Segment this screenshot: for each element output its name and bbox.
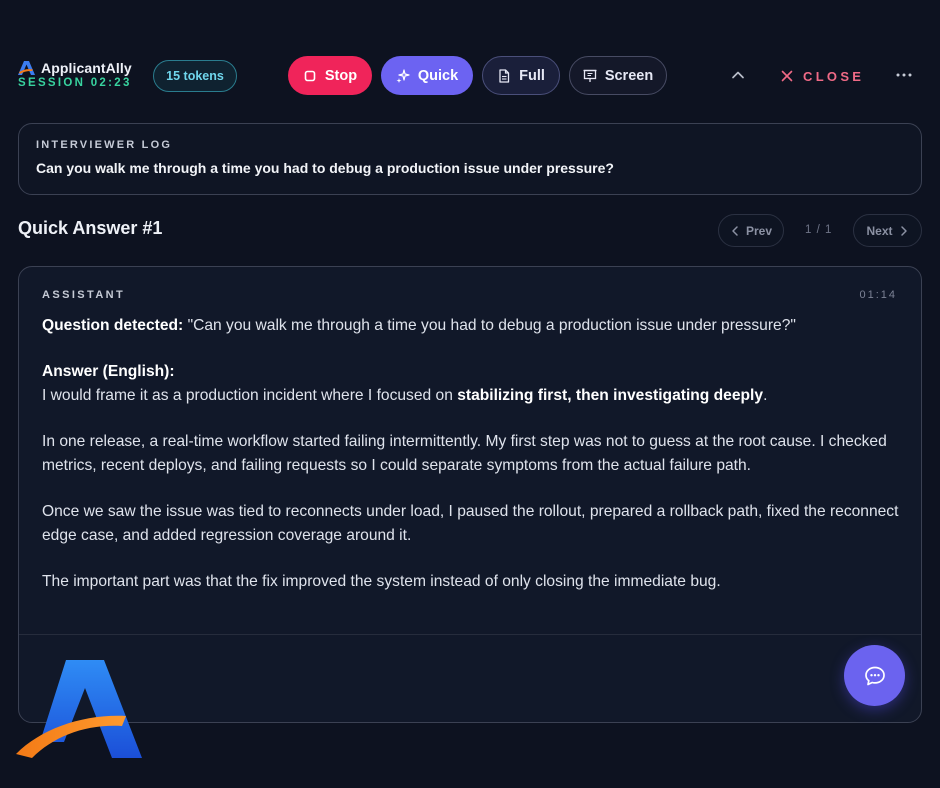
assistant-answer: Question detected: "Can you walk me thro… [42,314,902,616]
next-label: Next [866,223,893,238]
stop-label: Stop [324,67,358,84]
card-divider [19,634,921,635]
top-bar: ApplicantAlly SESSION 02:23 15 tokens St… [0,50,940,102]
answer-intro: Answer (English): I would frame it as a p… [42,360,902,408]
chevron-left-icon [732,225,738,236]
interviewer-question: Can you walk me through a time you had t… [36,160,614,176]
stop-button[interactable]: Stop [288,56,372,95]
next-button[interactable]: Next [853,214,922,247]
screen-label: Screen [604,67,654,84]
full-label: Full [519,67,545,84]
chat-bubble-icon [864,666,885,685]
question-detected: Question detected: "Can you walk me thro… [42,314,902,338]
chevron-up-icon[interactable] [729,66,747,84]
answer-intro-emphasis: stabilizing first, then investigating de… [457,387,764,404]
answer-label: Answer (English): [42,363,175,380]
answer-paragraph: Once we saw the issue was tied to reconn… [42,503,899,544]
question-text: "Can you walk me through a time you had … [183,317,796,334]
token-counter: 15 tokens [153,60,237,92]
interviewer-log: INTERVIEWER LOG Can you walk me through … [18,123,922,195]
answer-paragraph: In one release, a real-time workflow sta… [42,433,887,474]
assistant-label: ASSISTANT [42,289,126,301]
quick-label: Quick [417,67,459,84]
applicantally-large-logo-icon [16,660,142,758]
more-dots-icon[interactable] [895,66,913,84]
applicantally-logo-icon [18,61,35,75]
full-button[interactable]: Full [482,56,560,95]
answer-intro-end: . [763,387,768,404]
assistant-card: ASSISTANT 01:14 Question detected: "Can … [18,266,922,723]
prev-label: Prev [745,223,773,238]
session-timer: SESSION 02:23 [18,77,132,89]
interviewer-log-label: INTERVIEWER LOG [36,139,173,151]
presentation-screen-icon [583,69,597,82]
chat-fab-button[interactable] [844,645,905,706]
quick-answer-title: Quick Answer #1 [18,218,163,238]
screen-button[interactable]: Screen [569,56,667,95]
document-icon [499,68,510,83]
brand: ApplicantAlly SESSION 02:23 [18,60,132,89]
question-label: Question detected: [42,317,184,334]
close-button[interactable]: CLOSE [781,66,864,86]
prev-button[interactable]: Prev [718,214,784,247]
app-name: ApplicantAlly [41,60,132,76]
chevron-right-icon [900,225,907,236]
close-icon [781,70,793,82]
sparkles-icon [396,68,410,83]
page-indicator: 1 / 1 [805,224,833,236]
stop-square-icon [304,70,316,81]
assistant-timestamp: 01:14 [859,289,897,301]
answer-paragraph: The important part was that the fix impr… [42,573,721,590]
quick-button[interactable]: Quick [381,56,473,95]
answer-intro-text: I would frame it as a production inciden… [42,387,458,404]
close-label: CLOSE [803,68,865,84]
